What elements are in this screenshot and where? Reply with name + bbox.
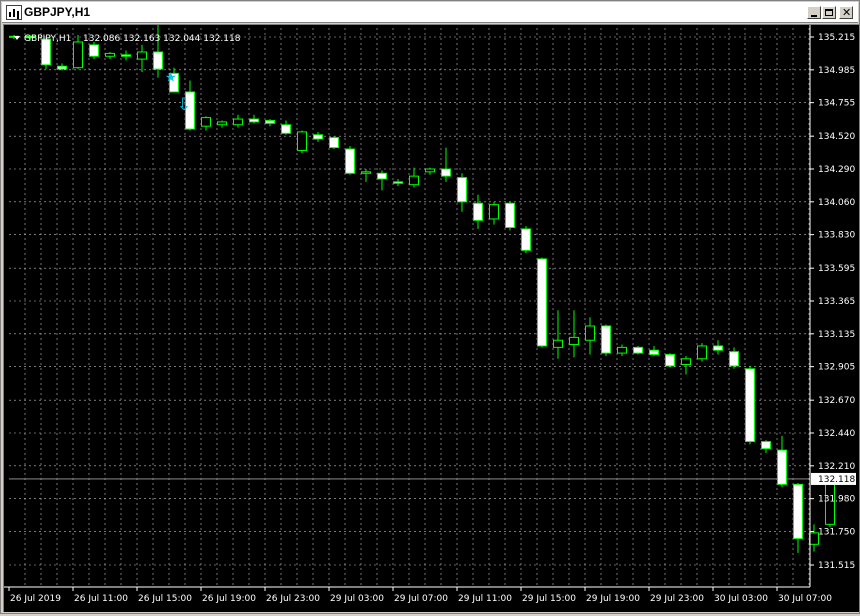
- candle-bull: [137, 51, 147, 60]
- chart-window: GBPJPY,H1 ✕ ★ ⇩ 135.215 134.985 134.755 134.…: [0, 0, 860, 614]
- candle-bear: [633, 346, 643, 354]
- price-tick-label: 134.520: [818, 132, 855, 142]
- symbol-label: GBPJPY,H1: [24, 34, 71, 44]
- candle-bull: [681, 358, 691, 366]
- close-button[interactable]: ✕: [839, 6, 853, 19]
- price-tick-label: 132.210: [818, 462, 855, 472]
- candle-bear: [457, 177, 467, 203]
- time-tick-label: 29 Jul 07:00: [394, 594, 448, 604]
- price-tick-label: 134.290: [818, 165, 855, 175]
- time-tick-label: 29 Jul 15:00: [522, 594, 576, 604]
- chart-grid: [9, 28, 810, 587]
- candle-bear: [729, 351, 739, 367]
- candle-bear: [777, 449, 787, 485]
- price-tick-label: 133.830: [818, 231, 855, 241]
- candle-bear: [393, 181, 403, 184]
- candle-bear: [377, 172, 387, 180]
- window-title: GBPJPY,H1: [24, 5, 91, 19]
- candle-bull: [585, 325, 595, 341]
- candle-bull: [697, 345, 707, 360]
- time-tick-label: 26 Jul 2019: [10, 594, 61, 604]
- candle-bear: [537, 258, 547, 347]
- candle-bear: [281, 124, 291, 134]
- time-tick-label: 30 Jul 07:00: [778, 594, 832, 604]
- candle-bear: [745, 368, 755, 443]
- candle-bear: [249, 118, 259, 123]
- price-tick-label: 133.595: [818, 264, 855, 274]
- price-tick-label: 134.985: [818, 66, 855, 76]
- candle-bull: [201, 117, 211, 127]
- candle-bear: [793, 483, 803, 540]
- candle-bear: [57, 65, 67, 70]
- candle-bull: [425, 168, 435, 173]
- candle-bear: [345, 148, 355, 174]
- down-arrow-marker: ⇩: [177, 95, 191, 115]
- ohlc-label: 132.086 132.163 132.044 132.118: [83, 34, 241, 44]
- time-tick-label: 29 Jul 23:00: [650, 594, 704, 604]
- candle-bull: [105, 52, 115, 57]
- price-tick-label: 135.215: [818, 33, 855, 43]
- candle-bull: [361, 171, 371, 174]
- candle-bull: [409, 175, 419, 186]
- candle-bull: [569, 336, 579, 346]
- candles: [9, 23, 835, 553]
- price-tick-label: 131.515: [818, 561, 855, 571]
- candle-bear: [761, 441, 771, 450]
- chart-window-icon: [6, 5, 22, 20]
- price-tick-label: 131.980: [818, 495, 855, 505]
- chart-area[interactable]: ★ ⇩ 135.215 134.985 134.755 134.520 134.290 13…: [3, 23, 859, 612]
- time-tick-label: 26 Jul 19:00: [202, 594, 256, 604]
- price-tick-label: 132.905: [818, 363, 855, 373]
- symbol-dropdown-icon[interactable]: [14, 36, 20, 40]
- price-tick-label: 133.365: [818, 297, 855, 307]
- candle-bull: [489, 204, 499, 220]
- price-tick-label: 134.755: [818, 99, 855, 109]
- time-tick-label: 29 Jul 03:00: [330, 594, 384, 604]
- price-tick-label: 133.135: [818, 330, 855, 340]
- price-chart[interactable]: ★⇩ 135.215134.985134.755134.520134.29013…: [4, 23, 859, 612]
- price-axis: 135.215 134.985 134.755 134.520 134.290 134.0…: [809, 25, 856, 587]
- maximize-button[interactable]: [822, 6, 836, 19]
- candle-bear: [473, 202, 483, 221]
- candle-bear: [121, 54, 131, 57]
- time-tick-label: 29 Jul 19:00: [586, 594, 640, 604]
- candle-bear: [153, 51, 163, 70]
- candle-bear: [89, 44, 99, 57]
- chart-header: GBPJPY,H1 132.086 132.163 132.044 132.11…: [14, 34, 241, 44]
- candle-bear: [441, 168, 451, 177]
- candle-bear: [665, 354, 675, 367]
- candle-bull: [73, 41, 83, 69]
- maximize-icon: [825, 9, 833, 16]
- candle-bear: [313, 134, 323, 140]
- price-tick-label: 132.440: [818, 429, 855, 439]
- candle-bear: [601, 325, 611, 354]
- candle-bear: [649, 349, 659, 356]
- time-tick-label: 26 Jul 15:00: [138, 594, 192, 604]
- candle-bear: [521, 228, 531, 251]
- candle-bear: [265, 119, 275, 124]
- time-tick-label: 29 Jul 11:00: [458, 594, 512, 604]
- candle-bull: [233, 118, 243, 126]
- candle-bear: [713, 345, 723, 351]
- time-tick-label: 26 Jul 11:00: [74, 594, 128, 604]
- candle-bear: [329, 137, 339, 149]
- candle-bull: [297, 131, 307, 151]
- candle-bear: [505, 202, 515, 229]
- close-icon: ✕: [842, 6, 852, 19]
- price-tick-label: 131.750: [818, 527, 855, 537]
- price-tick-label: 134.060: [818, 198, 855, 208]
- title-bar[interactable]: GBPJPY,H1 ✕: [2, 2, 858, 23]
- time-tick-label: 26 Jul 23:00: [266, 594, 320, 604]
- current-price-label: 132.118: [818, 475, 855, 485]
- time-axis: 26 Jul 2019 26 Jul 11:00 26 Jul 15:00 26 Ju…: [4, 586, 832, 604]
- candle-bull: [617, 346, 627, 354]
- star-marker: ★: [165, 71, 177, 86]
- time-tick-label: 30 Jul 03:00: [714, 594, 768, 604]
- candle-bull: [217, 121, 227, 126]
- candle-bull: [553, 339, 563, 348]
- minimize-icon: [811, 15, 817, 17]
- price-tick-label: 132.670: [818, 396, 855, 406]
- minimize-button[interactable]: [807, 6, 821, 19]
